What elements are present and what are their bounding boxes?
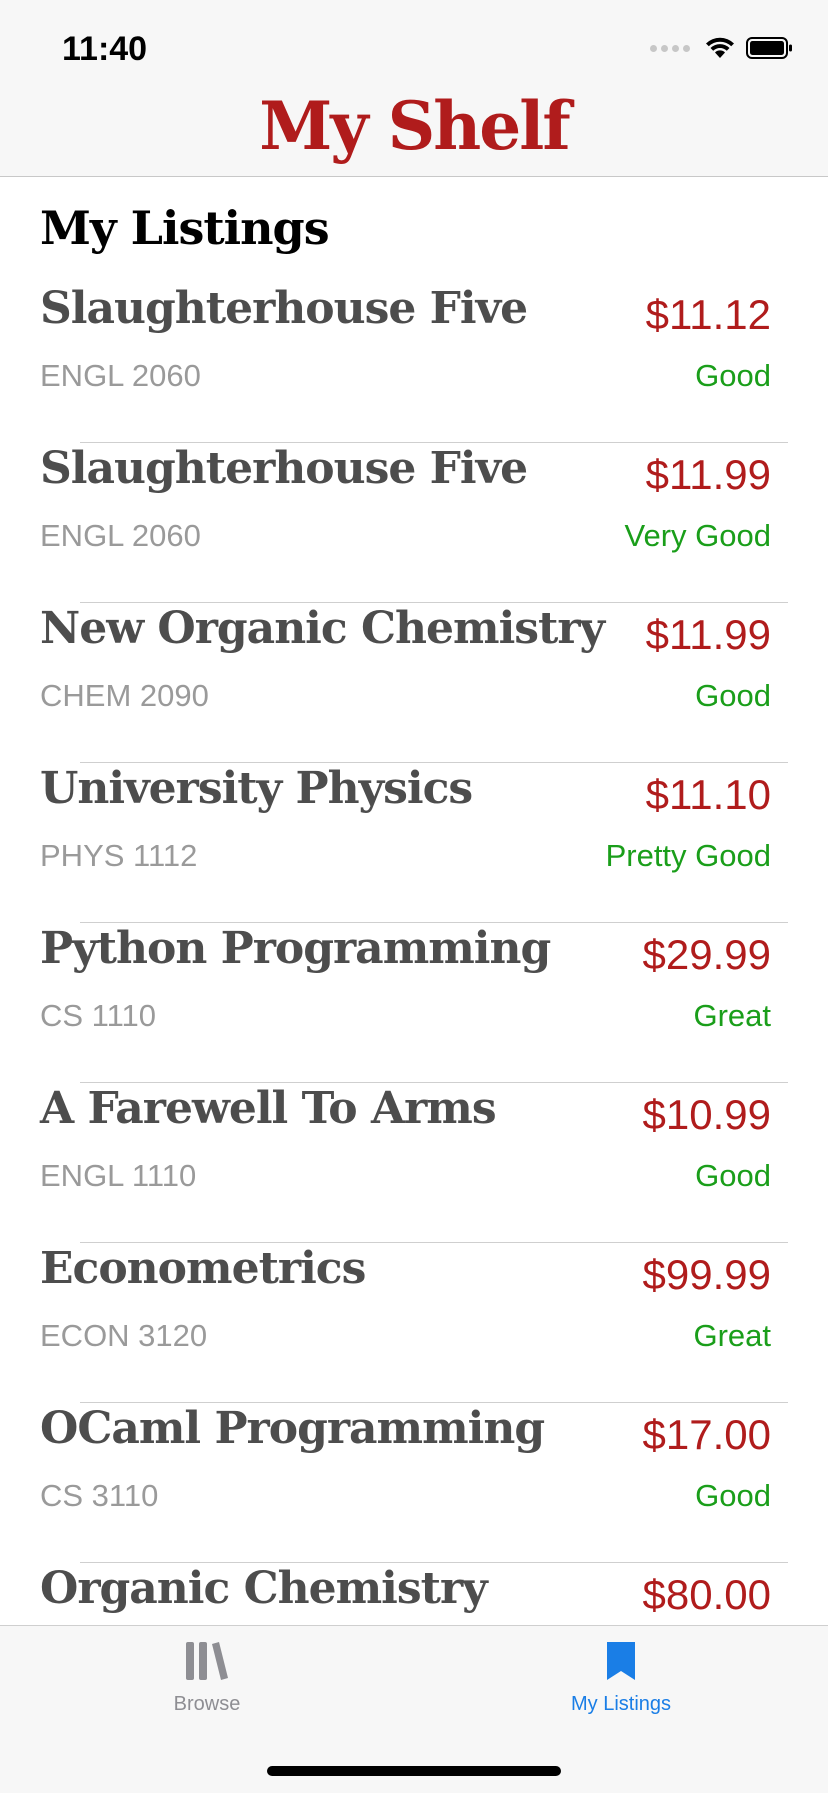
listing-title: OCaml Programming: [40, 1403, 545, 1454]
listing-row[interactable]: Econometrics ECON 3120 $99.99 Great: [0, 1243, 828, 1403]
listing-condition: Good: [695, 678, 771, 713]
listing-title: New Organic Chemistry: [40, 603, 605, 654]
listing-course: ENGL 2060: [40, 518, 201, 553]
listing-row[interactable]: New Organic Chemistry CHEM 2090 $11.99 Good: [0, 603, 828, 763]
listing-price: $80.00: [642, 1571, 771, 1618]
cellular-signal-icon: [650, 44, 690, 52]
listing-condition: Good: [695, 358, 771, 393]
listing-course: CS 1110: [40, 998, 157, 1033]
listing-condition: Very Good: [624, 518, 771, 553]
tab-my-listings[interactable]: My Listings: [414, 1640, 828, 1716]
bookmark-icon: [607, 1642, 635, 1680]
listing-row[interactable]: Organic Chemistry $80.00: [0, 1563, 828, 1625]
listing-row[interactable]: Slaughterhouse Five ENGL 2060 $11.99 Very G…: [0, 443, 828, 603]
tab-browse[interactable]: Browse: [0, 1640, 414, 1716]
listing-price: $29.99: [642, 931, 771, 978]
status-time: 11:40: [62, 30, 148, 68]
listing-row[interactable]: Slaughterhouse Five ENGL 2060 $11.12 Good: [0, 283, 828, 443]
listing-condition: Great: [693, 998, 771, 1033]
listing-price: $17.00: [642, 1411, 771, 1458]
status-bar: 11:40: [0, 0, 828, 88]
listing-price: $99.99: [642, 1251, 771, 1298]
status-icons: [650, 36, 794, 60]
listings-content[interactable]: My Listings Slaughterhouse Five ENGL 2060…: [0, 177, 828, 1625]
listing-condition: Good: [695, 1158, 771, 1193]
listing-course: ECON 3120: [40, 1318, 208, 1353]
nav-bar: My Shelf: [0, 88, 828, 177]
app-title: My Shelf: [259, 87, 571, 165]
tab-browse-label: Browse: [173, 1693, 241, 1715]
listing-title: Econometrics: [40, 1243, 366, 1294]
listing-title: Slaughterhouse Five: [40, 283, 528, 334]
listing-course: CS 3110: [40, 1478, 159, 1513]
listing-row[interactable]: A Farewell To Arms ENGL 1110 $10.99 Good: [0, 1083, 828, 1243]
listing-title: University Physics: [40, 763, 473, 814]
listing-price: $10.99: [642, 1091, 771, 1138]
listing-condition: Pretty Good: [605, 838, 771, 873]
listing-title: Slaughterhouse Five: [40, 443, 528, 494]
listing-row[interactable]: Python Programming CS 1110 $29.99 Great: [0, 923, 828, 1083]
listing-price: $11.10: [645, 771, 771, 818]
section-title: My Listings: [40, 201, 330, 255]
home-indicator: [267, 1766, 561, 1776]
listing-row[interactable]: University Physics PHYS 1112 $11.10 Pretty …: [0, 763, 828, 923]
listings-list: Slaughterhouse Five ENGL 2060 $11.12 Good Sl…: [0, 283, 828, 1625]
tab-my-listings-label: My Listings: [570, 1693, 672, 1715]
listing-price: $11.12: [645, 291, 771, 338]
books-icon: [186, 1642, 228, 1680]
listing-title: A Farewell To Arms: [40, 1083, 497, 1134]
listing-condition: Good: [695, 1478, 771, 1513]
wifi-icon: [706, 37, 734, 58]
battery-icon: [746, 37, 792, 59]
listing-condition: Great: [693, 1318, 771, 1353]
listing-course: CHEM 2090: [40, 678, 209, 713]
listing-row[interactable]: OCaml Programming CS 3110 $17.00 Good: [0, 1403, 828, 1563]
listing-course: ENGL 2060: [40, 358, 201, 393]
listing-course: ENGL 1110: [40, 1158, 197, 1193]
listing-title: Organic Chemistry: [40, 1563, 488, 1614]
listing-price: $11.99: [645, 611, 771, 658]
listing-course: PHYS 1112: [40, 838, 198, 873]
listing-title: Python Programming: [40, 923, 551, 974]
listing-price: $11.99: [645, 451, 771, 498]
